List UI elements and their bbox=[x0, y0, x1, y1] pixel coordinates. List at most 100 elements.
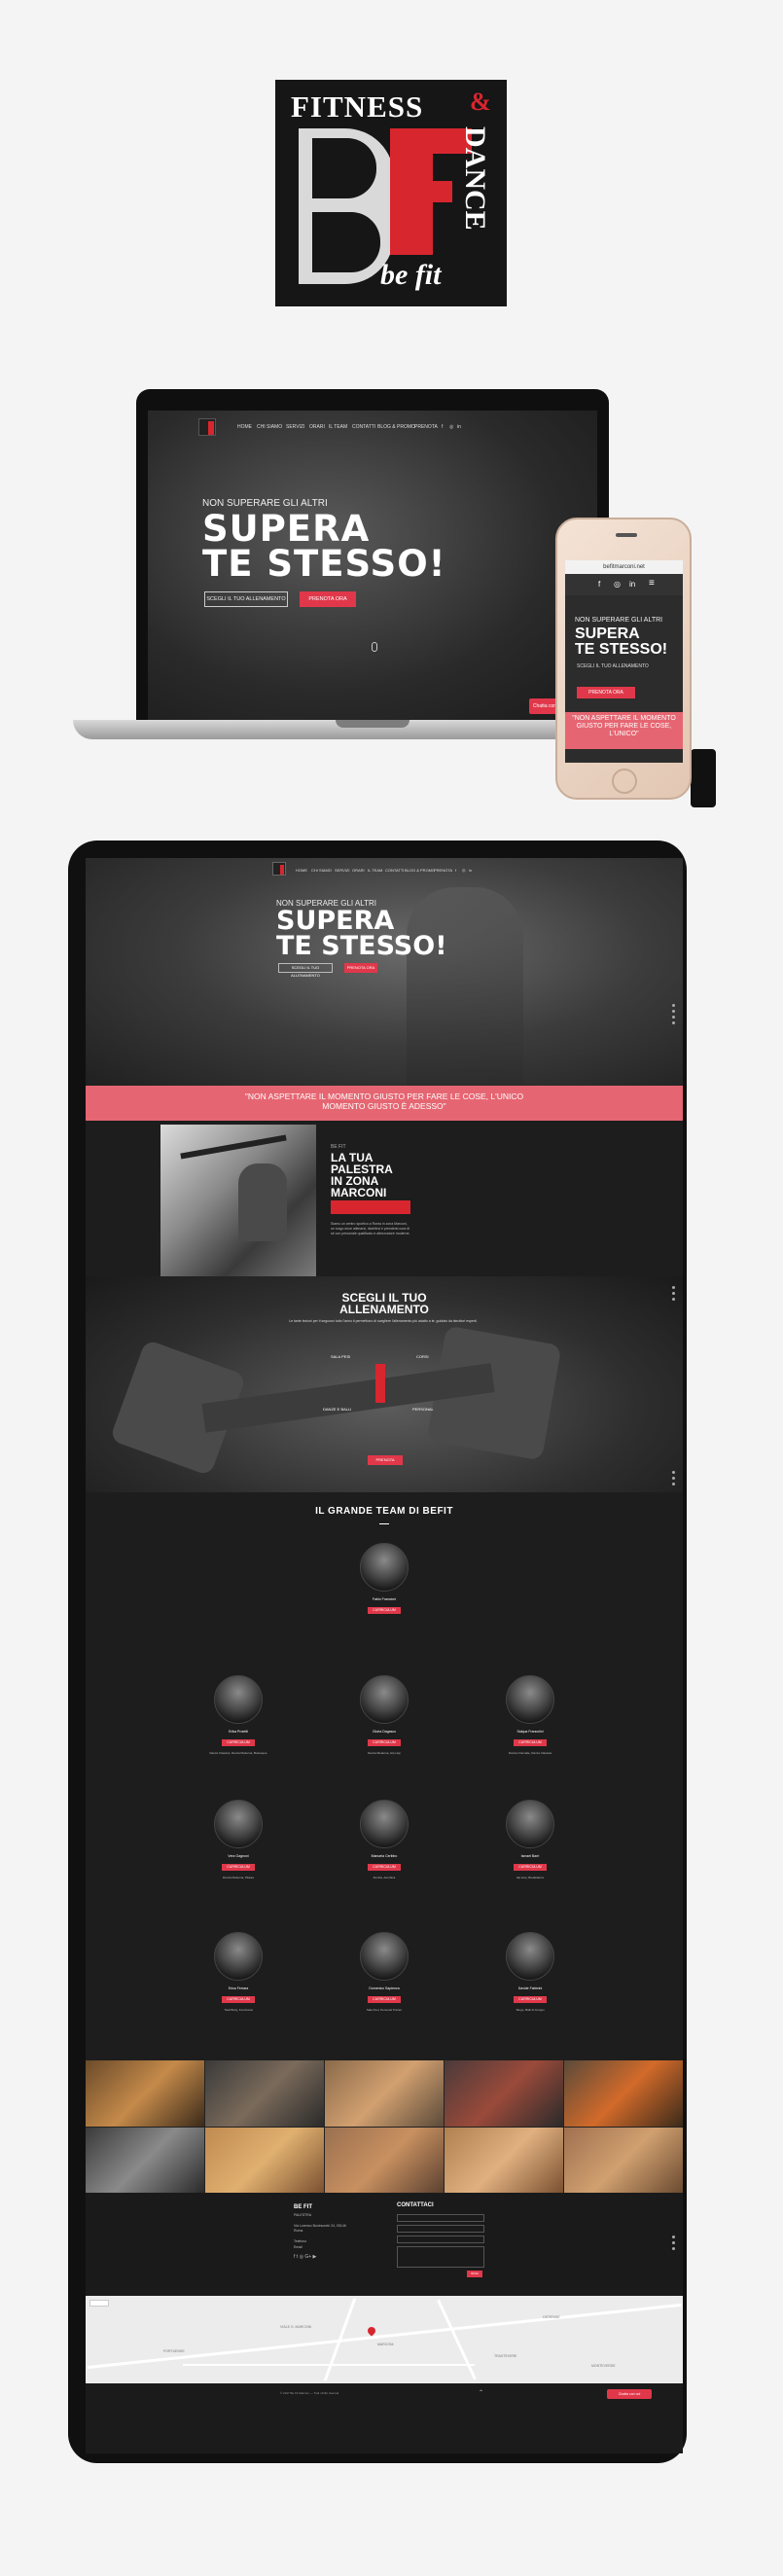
section-nav-dots[interactable] bbox=[672, 1471, 675, 1488]
curriculum-button[interactable]: CURRICULUM bbox=[514, 1864, 547, 1871]
linkedin-icon[interactable]: in bbox=[629, 580, 635, 589]
curriculum-button[interactable]: CURRICULUM bbox=[368, 1996, 401, 2003]
curriculum-button[interactable]: CURRICULUM bbox=[368, 1739, 401, 1746]
book-now-button[interactable]: PRENOTA ORA bbox=[300, 591, 356, 607]
footer-phone[interactable]: Telefono bbox=[294, 2239, 306, 2244]
contact-name-field[interactable] bbox=[397, 2214, 484, 2222]
quote-text: "NON ASPETTARE IL MOMENTO GIUSTO PER FAR… bbox=[244, 1091, 524, 1111]
nav-item[interactable]: PRENOTA bbox=[434, 868, 452, 873]
instagram-icon[interactable]: ◎ bbox=[462, 868, 466, 873]
team-avatar[interactable] bbox=[360, 1675, 409, 1724]
map-type-control[interactable] bbox=[89, 2300, 109, 2307]
gallery-photo[interactable] bbox=[86, 2128, 204, 2193]
training-item[interactable]: DANZE E BALLI bbox=[323, 1407, 351, 1412]
curriculum-button[interactable]: CURRICULUM bbox=[222, 1996, 255, 2003]
curriculum-button[interactable]: CURRICULUM bbox=[222, 1864, 255, 1871]
googleplus-icon[interactable]: G+ bbox=[304, 2254, 311, 2260]
team-avatar[interactable] bbox=[506, 1800, 554, 1848]
nav-item[interactable]: CHI SIAMO bbox=[311, 868, 332, 873]
footer-email[interactable]: Email bbox=[294, 2245, 303, 2250]
nav-item[interactable]: CONTATTI bbox=[385, 868, 404, 873]
training-item[interactable]: CORSI bbox=[416, 1354, 429, 1359]
book-now-button[interactable]: PRENOTA ORA bbox=[344, 963, 377, 973]
linkedin-icon[interactable]: in bbox=[469, 868, 472, 873]
training-item[interactable]: SALA PESI bbox=[331, 1354, 350, 1359]
gallery-photo[interactable] bbox=[445, 2128, 563, 2193]
nav-logo[interactable] bbox=[272, 862, 286, 876]
gallery-photo[interactable] bbox=[205, 2060, 324, 2127]
training-item[interactable]: PERSONAL bbox=[412, 1407, 434, 1412]
instagram-icon[interactable]: ◎ bbox=[300, 2254, 303, 2260]
nav-item[interactable]: PRENOTA bbox=[414, 424, 438, 430]
team-avatar[interactable] bbox=[214, 1675, 263, 1724]
team-avatar[interactable] bbox=[360, 1800, 409, 1848]
curriculum-button[interactable]: CURRICULUM bbox=[514, 1996, 547, 2003]
team-avatar[interactable] bbox=[506, 1932, 554, 1981]
curriculum-button[interactable]: CURRICULUM bbox=[222, 1739, 255, 1746]
twitter-icon[interactable]: t bbox=[297, 2254, 298, 2260]
phone-choose-training-link[interactable]: SCEGLI IL TUO ALLENAMENTO bbox=[577, 663, 649, 669]
about-section: BE FIT LA TUA PALESTRA IN ZONA MARCONI S… bbox=[86, 1121, 683, 1276]
team-avatar[interactable] bbox=[360, 1932, 409, 1981]
team-avatar[interactable] bbox=[214, 1932, 263, 1981]
gallery-photo[interactable] bbox=[325, 2128, 444, 2193]
nav-item[interactable]: BLOG & PROMO bbox=[405, 868, 435, 873]
nav-item[interactable]: ORARI bbox=[352, 868, 365, 873]
instagram-icon[interactable]: ◎ bbox=[614, 580, 621, 589]
team-avatar[interactable] bbox=[506, 1675, 554, 1724]
linkedin-icon[interactable]: in bbox=[457, 424, 461, 430]
phone-hero-title: SUPERA TE STESSO! bbox=[575, 626, 667, 658]
curriculum-button[interactable]: CURRICULUM bbox=[368, 1607, 401, 1614]
map-label: MONTEVERDE bbox=[591, 2364, 616, 2368]
gallery-photo[interactable] bbox=[445, 2060, 563, 2127]
instagram-icon[interactable]: ◎ bbox=[449, 424, 453, 430]
section-nav-dots[interactable] bbox=[672, 1286, 675, 1304]
team-member-name: Manuela Ceribbo bbox=[371, 1854, 398, 1858]
hamburger-menu-icon[interactable]: ≡ bbox=[649, 578, 655, 589]
gallery-photo[interactable] bbox=[564, 2128, 683, 2193]
gallery-photo[interactable] bbox=[86, 2060, 204, 2127]
section-nav-dots[interactable] bbox=[672, 2236, 675, 2253]
map-road bbox=[437, 2299, 477, 2380]
choose-training-button[interactable]: SCEGLI IL TUO ALLENAMENTO bbox=[278, 963, 333, 978]
nav-item[interactable]: HOME bbox=[237, 424, 252, 430]
map-label: VIALE G. MARCONI bbox=[280, 2325, 312, 2329]
curriculum-button[interactable]: CURRICULUM bbox=[514, 1739, 547, 1746]
team-avatar[interactable] bbox=[214, 1800, 263, 1848]
gallery-photo[interactable] bbox=[564, 2060, 683, 2127]
phone-book-now-button[interactable]: PRENOTA ORA bbox=[577, 687, 635, 698]
nav-item[interactable]: HOME bbox=[296, 868, 307, 873]
laptop-screen: HOME CHI SIAMO SERVIZI ORARI IL TEAM CON… bbox=[148, 411, 597, 720]
back-to-top-icon[interactable]: ⌃ bbox=[479, 2389, 483, 2396]
nav-item[interactable]: CONTATTI bbox=[352, 424, 375, 430]
section-nav-dots[interactable] bbox=[672, 1004, 675, 1027]
gallery-photo[interactable] bbox=[205, 2128, 324, 2193]
nav-item[interactable]: SERVIZI bbox=[286, 424, 304, 430]
chat-button[interactable]: Chatta con noi bbox=[607, 2389, 652, 2399]
choose-training-button[interactable]: SCEGLI IL TUO ALLENAMENTO bbox=[204, 591, 288, 607]
phone-url-bar[interactable]: befitmarconi.net bbox=[565, 560, 683, 574]
contact-phone-field[interactable] bbox=[397, 2236, 484, 2243]
nav-item[interactable]: IL TEAM bbox=[329, 424, 347, 430]
nav-item[interactable]: CHI SIAMO bbox=[257, 424, 282, 430]
facebook-icon[interactable]: f bbox=[442, 424, 443, 430]
facebook-icon[interactable]: f bbox=[455, 868, 456, 873]
curriculum-button[interactable]: CURRICULUM bbox=[368, 1864, 401, 1871]
contact-email-field[interactable] bbox=[397, 2225, 484, 2233]
team-avatar[interactable] bbox=[360, 1543, 409, 1592]
facebook-icon[interactable]: f bbox=[294, 2254, 295, 2260]
nav-item[interactable]: BLOG & PROMO bbox=[377, 424, 415, 430]
nav-item[interactable]: IL TEAM bbox=[368, 868, 382, 873]
team-member-desc: Zumba, Aerobica bbox=[373, 1876, 396, 1879]
training-book-button[interactable]: PRENOTA bbox=[368, 1455, 403, 1465]
nav-item[interactable]: ORARI bbox=[309, 424, 325, 430]
contact-message-field[interactable] bbox=[397, 2246, 484, 2268]
nav-item[interactable]: SERVIZI bbox=[335, 868, 350, 873]
youtube-icon[interactable]: ▶ bbox=[313, 2254, 317, 2260]
contact-send-button[interactable]: INVIA bbox=[467, 2271, 482, 2277]
team-member-desc: Danza Orientale, Danza Classica bbox=[508, 1751, 552, 1755]
facebook-icon[interactable]: f bbox=[598, 580, 600, 589]
laptop-nav-logo[interactable] bbox=[198, 418, 216, 436]
location-map[interactable]: MARCONI VIALE G. MARCONI OSTIENSE TRASTE… bbox=[86, 2296, 683, 2383]
gallery-photo[interactable] bbox=[325, 2060, 444, 2127]
